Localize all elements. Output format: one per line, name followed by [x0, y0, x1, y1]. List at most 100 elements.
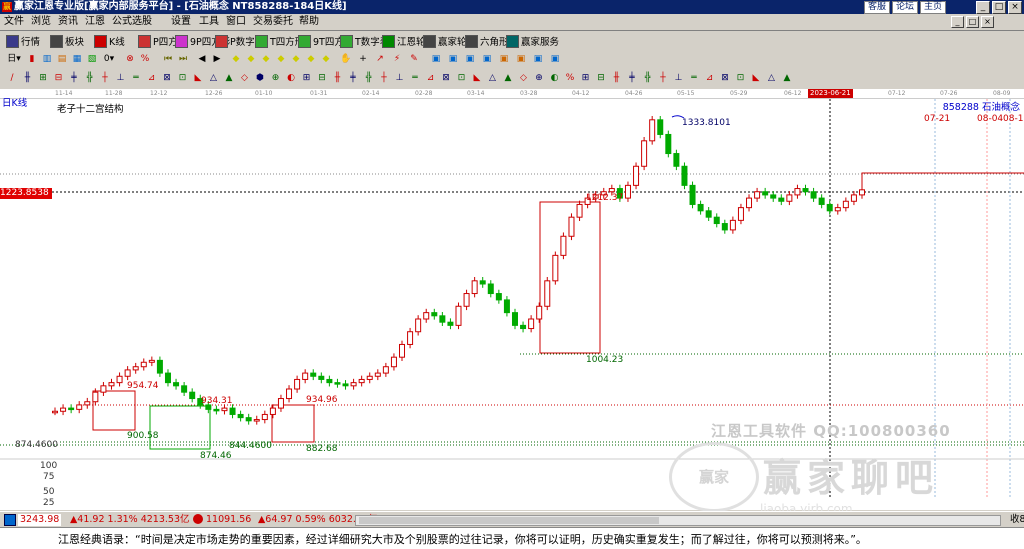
menu-window[interactable]: 窗口: [226, 16, 246, 28]
menu-formula[interactable]: 公式选股: [112, 16, 152, 28]
hex-tool-icon[interactable]: ⬢: [254, 73, 266, 84]
support-tool-icon[interactable]: ═: [409, 73, 421, 84]
trend-icon[interactable]: ↗: [374, 54, 386, 65]
candle-icon[interactable]: ▮: [26, 54, 38, 65]
table8-icon[interactable]: ▣: [549, 54, 561, 65]
tri-open-tool-icon[interactable]: ▲: [502, 73, 514, 84]
line-tool-icon[interactable]: ⊟: [595, 73, 607, 84]
period-dropdown-icon[interactable]: 日▾: [6, 54, 22, 65]
fib-tool-icon[interactable]: ╬: [363, 73, 375, 84]
homepage-link[interactable]: 主页: [919, 1, 946, 14]
ray-tool-icon[interactable]: ⊟: [316, 73, 328, 84]
close-button[interactable]: ×: [1008, 1, 1022, 14]
zoom-icon[interactable]: ⊗: [124, 54, 136, 65]
toolbar-service-button[interactable]: 赢家服务: [506, 34, 559, 48]
sz-market-icon[interactable]: [193, 514, 203, 524]
toolbar-grid-button[interactable]: 行情: [6, 34, 40, 48]
parallel-tool-icon[interactable]: ⊿: [425, 73, 437, 84]
toolbar-hexagon-button[interactable]: 六角形: [465, 34, 509, 48]
gann-fan-tool-icon[interactable]: ╫: [332, 73, 344, 84]
mdi-restore-button[interactable]: □: [966, 16, 979, 28]
toolbar-wheel-button[interactable]: 江恩轮: [382, 34, 426, 48]
corner-tool-icon[interactable]: △: [487, 73, 499, 84]
diamond-down-icon[interactable]: ◆: [245, 54, 257, 65]
ray-tool-icon[interactable]: ╫: [611, 73, 623, 84]
ray-tool-icon[interactable]: ╫: [22, 73, 34, 84]
pen-icon[interactable]: ✎: [408, 54, 420, 65]
half-circle-tool-icon[interactable]: ⊞: [580, 73, 592, 84]
table1-icon[interactable]: ▣: [430, 54, 442, 65]
zigzag-icon[interactable]: ⚡: [391, 54, 403, 65]
diamond-left-icon[interactable]: ◆: [260, 54, 272, 65]
menu-file[interactable]: 文件: [4, 16, 24, 28]
toolbar-blocks-button[interactable]: 板块: [50, 34, 84, 48]
gann-box-tool-icon[interactable]: ╬: [642, 73, 654, 84]
menu-gann[interactable]: 江恩: [85, 16, 105, 28]
menu-info[interactable]: 资讯: [58, 16, 78, 28]
gann-fan-tool-icon[interactable]: ⊞: [37, 73, 49, 84]
toolbar-square-t-button[interactable]: T四方形: [255, 34, 304, 48]
menu-help[interactable]: 帮助: [299, 16, 319, 28]
fib-tool-icon[interactable]: ╪: [68, 73, 80, 84]
diamond-c-icon[interactable]: ◆: [320, 54, 332, 65]
tri-open-tool-icon[interactable]: △: [208, 73, 220, 84]
horizontal-scrollbar[interactable]: [355, 515, 1001, 526]
fib-time-tool-icon[interactable]: ╬: [84, 73, 96, 84]
gann-fan-tool-icon[interactable]: ╪: [626, 73, 638, 84]
customer-service-link[interactable]: 客服: [863, 1, 890, 14]
toolbar-candles-button[interactable]: K线: [94, 34, 125, 48]
right-arrow-icon[interactable]: ▶: [211, 54, 223, 65]
kline-chart[interactable]: 11-14 11-28 12-12 12-26 01-10 01-31 02-14 02-28…: [0, 89, 1024, 516]
crosshair-icon[interactable]: +: [357, 54, 369, 65]
half-circle-tool-icon[interactable]: ◐: [285, 73, 297, 84]
square-b-tool-icon[interactable]: ⊡: [177, 73, 189, 84]
diamond-up-icon[interactable]: ◆: [230, 54, 242, 65]
hex-tool-icon[interactable]: ◐: [549, 73, 561, 84]
table5-icon[interactable]: ▣: [498, 54, 510, 65]
diamond-a-icon[interactable]: ◆: [290, 54, 302, 65]
diamond-tool-icon[interactable]: ◇: [239, 73, 251, 84]
mdi-close-button[interactable]: ×: [981, 16, 994, 28]
diamond-right-icon[interactable]: ◆: [275, 54, 287, 65]
table6-icon[interactable]: ▣: [515, 54, 527, 65]
bar-chart-icon[interactable]: ▥: [41, 54, 53, 65]
square-b-tool-icon[interactable]: △: [766, 73, 778, 84]
cross-tool-icon[interactable]: ═: [688, 73, 700, 84]
first-icon[interactable]: ⏮: [162, 54, 174, 65]
forum-link[interactable]: 论坛: [891, 1, 918, 14]
table4-icon[interactable]: ▣: [481, 54, 493, 65]
menu-settings[interactable]: 设置: [171, 16, 191, 28]
corner-tool-icon[interactable]: ▲: [781, 73, 793, 84]
support-tool-icon[interactable]: ⊿: [704, 73, 716, 84]
maximize-button[interactable]: □: [992, 1, 1006, 14]
line-chart-icon[interactable]: ▤: [56, 54, 68, 65]
hand-icon[interactable]: ✋: [340, 54, 352, 65]
percent-icon[interactable]: %: [139, 54, 151, 65]
square-b-tool-icon[interactable]: ◣: [471, 73, 483, 84]
triangle-tool-icon[interactable]: ⊡: [735, 73, 747, 84]
menu-browse[interactable]: 浏览: [31, 16, 51, 28]
diamond-tool-icon[interactable]: ⊕: [533, 73, 545, 84]
menu-trade[interactable]: 交易委托: [253, 16, 293, 28]
zero-dropdown-icon[interactable]: 0▾: [101, 54, 117, 65]
corner-tool-icon[interactable]: ◣: [192, 73, 204, 84]
left-arrow-icon[interactable]: ◀: [196, 54, 208, 65]
circle-plus-tool-icon[interactable]: ⊕: [270, 73, 282, 84]
mdi-minimize-button[interactable]: _: [951, 16, 964, 28]
square-a-tool-icon[interactable]: ⊠: [161, 73, 173, 84]
wave-icon[interactable]: ▦: [71, 54, 83, 65]
cross-tool-icon[interactable]: ⊥: [394, 73, 406, 84]
parallel-tool-icon[interactable]: ⊠: [719, 73, 731, 84]
table3-icon[interactable]: ▣: [464, 54, 476, 65]
support-tool-icon[interactable]: ⊥: [115, 73, 127, 84]
fib-tool-icon[interactable]: ┼: [657, 73, 669, 84]
menu-tools[interactable]: 工具: [199, 16, 219, 28]
parallel-tool-icon[interactable]: ═: [130, 73, 142, 84]
diamond-b-icon[interactable]: ◆: [305, 54, 317, 65]
table2-icon[interactable]: ▣: [447, 54, 459, 65]
minimize-button[interactable]: _: [976, 1, 990, 14]
toolbar-wheel2-button[interactable]: 赢家轮: [423, 34, 467, 48]
market-icon[interactable]: [4, 514, 16, 526]
square-a-tool-icon[interactable]: ⊡: [456, 73, 468, 84]
last-icon[interactable]: ⏭: [177, 54, 189, 65]
